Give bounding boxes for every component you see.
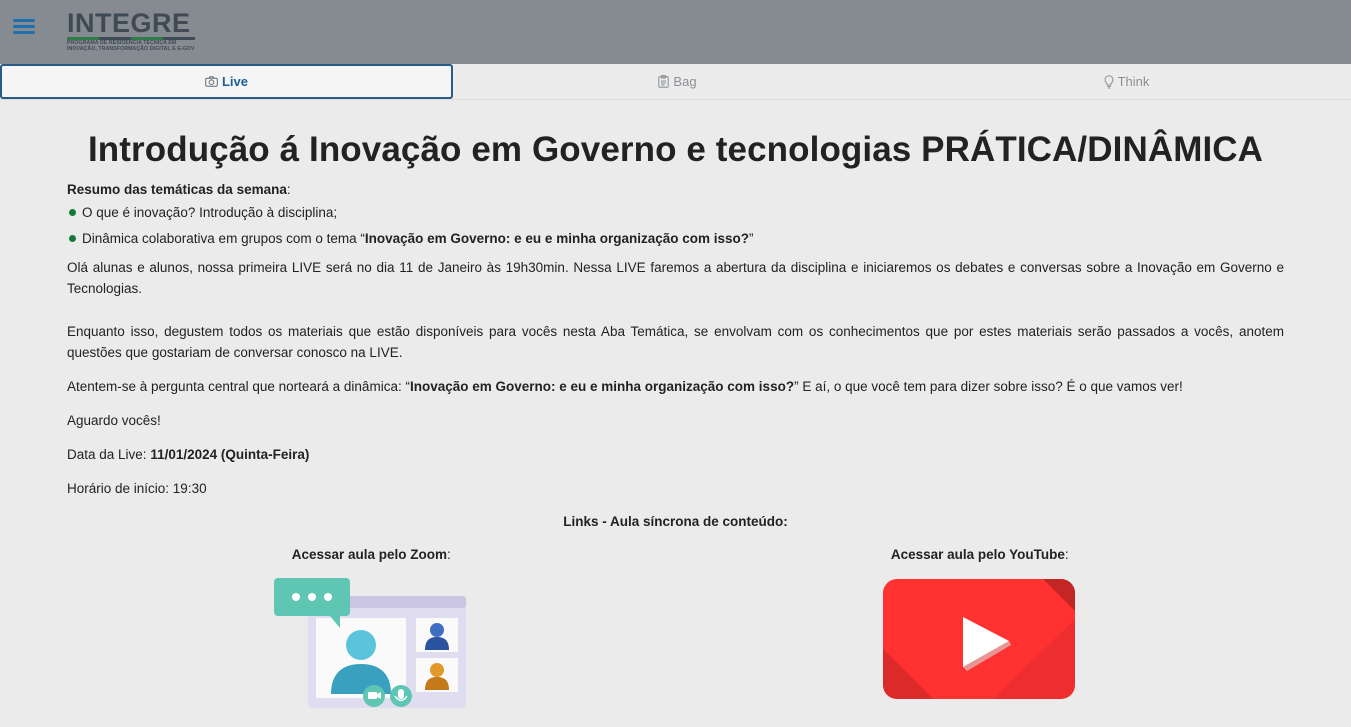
clipboard-icon [658, 75, 670, 88]
materials-paragraph: Enquanto isso, degustem todos os materia… [67, 324, 1284, 360]
topic-text: O que é inovação? Introdução à disciplin… [82, 205, 338, 220]
intro-paragraph: Olá alunas e alunos, nossa primeira LIVE… [67, 260, 1284, 296]
youtube-play-icon[interactable] [882, 579, 1077, 701]
zoom-label-colon: : [447, 547, 451, 562]
greeting-text: Aguardo vocês! [67, 413, 161, 428]
summary-colon: : [286, 182, 291, 197]
main-content: Introdução á Inovação em Governo e tecno… [0, 130, 1351, 718]
tab-live[interactable]: Live [0, 64, 453, 99]
central-question-paragraph: Atentem-se à pergunta central que nortea… [67, 376, 1284, 397]
live-date: Data da Live: 11/01/2024 (Quinta-Feira) [67, 444, 1284, 465]
summary-label: Resumo das temáticas da semana [67, 182, 287, 197]
tab-bag[interactable]: Bag [453, 64, 902, 99]
camera-icon [205, 76, 218, 87]
page-title: Introdução á Inovação em Governo e tecno… [87, 130, 1264, 169]
tab-think[interactable]: Think [902, 64, 1351, 99]
tab-bag-label: Bag [673, 74, 697, 89]
list-item: O que é inovação? Introdução à disciplin… [67, 205, 1284, 220]
logo-subtitle-line2: INOVAÇÃO, TRANSFORMAÇÃO DIGITAL E E-GOV [67, 46, 195, 52]
tab-live-label: Live [221, 74, 248, 89]
hamburger-menu-icon[interactable] [13, 19, 35, 35]
tab-think-label: Think [1117, 74, 1150, 89]
zoom-meeting-icon[interactable] [274, 578, 468, 718]
topic-suffix: ” [749, 231, 754, 246]
youtube-link-column: Acessar aula pelo YouTube: [676, 547, 1285, 718]
start-time: Horário de início: 19:30 [67, 481, 207, 496]
links-section: Acessar aula pelo Zoom: Acessar aula pel… [67, 547, 1284, 718]
logo-word: INTEGRE [67, 8, 191, 38]
question-bold: Inovação em Governo: e eu e minha organi… [409, 379, 795, 394]
youtube-label-text: Acessar aula pelo YouTube [890, 547, 1065, 562]
question-suffix: ” E aí, o que você tem para dizer sobre … [794, 379, 1183, 394]
topics-list: O que é inovação? Introdução à disciplin… [67, 205, 1284, 246]
topic-bold: Inovação em Governo: e eu e minha organi… [364, 231, 749, 246]
zoom-link-label: Acessar aula pelo Zoom: [292, 547, 451, 562]
youtube-link-label: Acessar aula pelo YouTube: [891, 547, 1069, 562]
lightbulb-icon [1104, 74, 1114, 88]
list-item: Dinâmica colaborativa em grupos com o te… [67, 231, 1284, 246]
zoom-link-column: Acessar aula pelo Zoom: [67, 547, 676, 718]
question-prefix: Atentem-se à pergunta central que nortea… [67, 379, 410, 394]
summary-heading: Resumo das temáticas da semana: [67, 182, 1284, 197]
topic-prefix: Dinâmica colaborativa em grupos com o te… [82, 231, 365, 246]
live-date-value: 11/01/2024 (Quinta-Feira) [150, 447, 310, 462]
youtube-label-colon: : [1064, 547, 1069, 562]
integre-logo[interactable]: INTEGRE PROGRAMA DE RESIDÊNCIA TÉCNICA E… [67, 10, 199, 52]
links-title: Links - Aula síncrona de conteúdo: [563, 514, 788, 529]
tab-bar: Live Bag Think [0, 64, 1351, 100]
top-bar: INTEGRE PROGRAMA DE RESIDÊNCIA TÉCNICA E… [0, 0, 1351, 64]
live-date-label: Data da Live: [67, 447, 151, 462]
zoom-label-text: Acessar aula pelo Zoom [291, 547, 448, 562]
